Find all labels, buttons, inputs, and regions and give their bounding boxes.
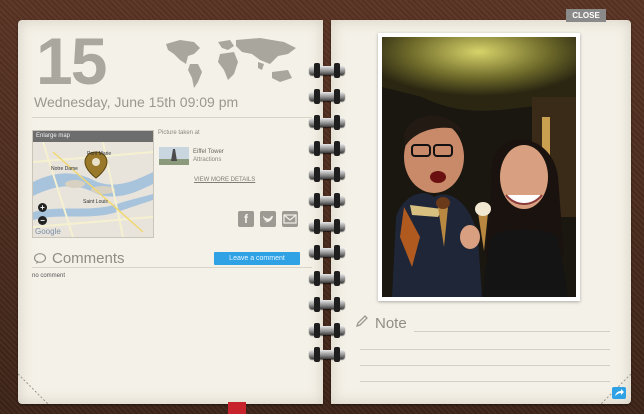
location-name: Eiffel Tower — [193, 149, 224, 155]
binding-ring — [309, 245, 345, 260]
twitter-icon — [263, 216, 273, 223]
comments-divider — [32, 267, 312, 268]
entry-photo[interactable] — [382, 37, 576, 297]
note-input-line[interactable] — [360, 365, 610, 366]
note-input-line[interactable] — [360, 349, 610, 350]
view-more-details-link[interactable]: VIEW MORE DETAILS — [194, 177, 255, 183]
email-share-button[interactable] — [282, 211, 298, 227]
pencil-icon — [355, 315, 368, 328]
comments-title: Comments — [52, 250, 125, 267]
map-provider-logo: Google — [35, 227, 61, 236]
map-label: Saint Louis — [83, 199, 108, 205]
facebook-share-button[interactable]: f — [238, 211, 254, 227]
picture-taken-at-label: Picture taken at — [158, 130, 200, 136]
day-number: 15 — [36, 24, 107, 98]
twitter-share-button[interactable] — [260, 211, 276, 227]
binding-ring — [309, 323, 345, 338]
bookmark-ribbon — [228, 402, 246, 414]
date-line: Wednesday, June 15th 09:09 pm — [34, 94, 239, 110]
binding-ring — [309, 115, 345, 130]
note-label: Note — [375, 315, 407, 332]
location-map[interactable]: Enlarge map Pont Marie Notre Dame Saint … — [32, 130, 154, 238]
binding-ring — [309, 297, 345, 312]
binding-ring — [309, 167, 345, 182]
binding-ring — [309, 271, 345, 286]
enlarge-map-link[interactable]: Enlarge map — [33, 131, 153, 142]
location-category: Attractions — [193, 157, 222, 163]
photo-frame[interactable] — [378, 33, 580, 301]
page-corner-left — [18, 373, 49, 404]
close-button[interactable]: CLOSE — [566, 9, 606, 22]
no-comment-text: no comment — [32, 273, 66, 279]
date-divider — [32, 117, 312, 118]
location-thumbnail — [159, 147, 189, 165]
binding-ring — [309, 89, 345, 104]
binding-ring — [309, 63, 345, 78]
map-label: Notre Dame — [51, 166, 78, 172]
note-input-line[interactable] — [414, 331, 610, 332]
zoom-out-button[interactable]: − — [38, 216, 47, 225]
zoom-in-button[interactable]: + — [38, 203, 47, 212]
binding-ring — [309, 219, 345, 234]
facebook-icon: f — [244, 212, 248, 226]
binding-ring — [309, 193, 345, 208]
share-arrow-icon[interactable] — [612, 387, 626, 399]
note-input-line[interactable] — [360, 381, 610, 382]
binding-ring — [309, 141, 345, 156]
email-icon — [283, 214, 297, 224]
map-label: Pont Marie — [87, 151, 112, 157]
comment-bubble-icon — [34, 253, 46, 264]
left-page: 15 Wednesday, June 15th 09:09 pm Enlarge… — [18, 20, 323, 404]
leave-comment-button[interactable]: Leave a comment — [214, 252, 300, 265]
world-map-icon — [166, 38, 296, 88]
binding-ring — [309, 347, 345, 362]
